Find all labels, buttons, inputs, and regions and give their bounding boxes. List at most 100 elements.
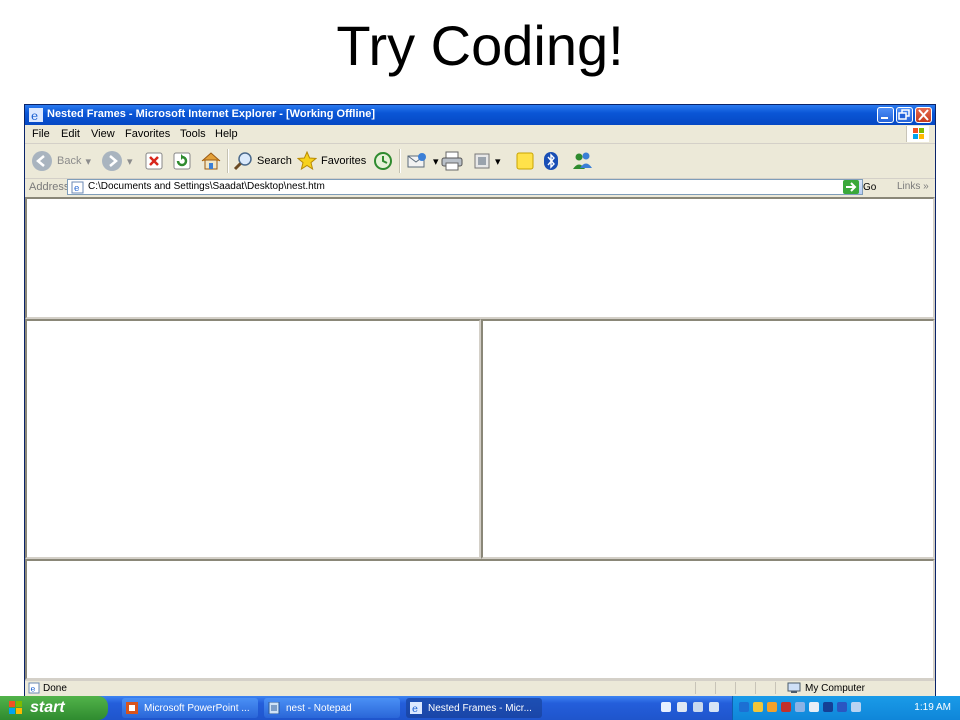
bluetooth-button[interactable] (543, 144, 559, 178)
menu-file[interactable]: File (32, 128, 50, 140)
toolbar-separator (399, 149, 401, 173)
usb-icon[interactable] (809, 702, 819, 712)
print-icon (441, 151, 463, 171)
close-button[interactable] (915, 107, 932, 123)
address-label: Address (29, 181, 70, 193)
forward-button[interactable]: ▾ (101, 144, 133, 178)
menu-favorites[interactable]: Favorites (125, 128, 170, 140)
mail-button[interactable]: ▾ (407, 144, 439, 178)
home-button[interactable] (200, 144, 222, 178)
right-frame[interactable] (481, 319, 935, 559)
windows-flag-icon (9, 701, 22, 714)
messenger-icon (573, 152, 592, 169)
slide-title: Try Coding! (336, 14, 624, 77)
status-panel (735, 682, 750, 694)
search-icon (233, 152, 252, 171)
search-label: Search (257, 155, 292, 167)
status-panel (715, 682, 730, 694)
chevron-left-icon[interactable] (739, 702, 749, 712)
history-icon (374, 152, 392, 170)
status-bar: e Done My Computer (25, 680, 935, 696)
ie-icon: e (410, 702, 422, 714)
network-icon[interactable] (795, 702, 805, 712)
favorites-star-icon (297, 151, 317, 171)
refresh-button[interactable] (173, 144, 191, 178)
history-button[interactable] (373, 144, 393, 178)
windows-logo-icon (906, 126, 929, 142)
forward-dropdown-icon[interactable]: ▾ (127, 155, 133, 168)
title-bar[interactable]: e Nested Frames - Microsoft Internet Exp… (25, 105, 935, 125)
powerpoint-icon (126, 702, 138, 714)
home-icon (201, 152, 221, 170)
task-notepad[interactable]: nest - Notepad (264, 698, 400, 718)
go-arrow-icon (843, 180, 859, 194)
status-panel (695, 682, 710, 694)
restore-button[interactable] (896, 107, 913, 123)
top-frame[interactable] (25, 197, 935, 319)
toolbar-separator (227, 149, 229, 173)
forward-arrow-icon (102, 151, 122, 171)
go-label: Go (863, 181, 877, 193)
messenger-button[interactable] (571, 144, 595, 178)
start-button[interactable]: start (0, 696, 108, 720)
edit-dropdown-icon[interactable]: ▾ (495, 155, 501, 168)
address-bar: Address e C:\Documents and Settings\Saad… (25, 179, 935, 195)
bluetooth-icon (544, 152, 558, 170)
mail-dropdown-icon[interactable]: ▾ (433, 155, 439, 168)
page-icon: e (71, 181, 84, 194)
messenger-icon[interactable] (851, 702, 861, 712)
favorites-button[interactable]: Favorites (297, 144, 366, 178)
network-icon[interactable] (781, 702, 791, 712)
svg-text:e: e (31, 685, 36, 694)
stop-button[interactable] (145, 144, 163, 178)
task-powerpoint[interactable]: Microsoft PowerPoint ... (122, 698, 258, 718)
pen-icon[interactable] (661, 702, 671, 712)
edit-button[interactable]: ▾ (473, 144, 501, 178)
toolbar: Back ▾ ▾ Search Favorites ▾ ▾ (25, 144, 935, 179)
frames-area (25, 197, 935, 682)
menu-edit[interactable]: Edit (61, 128, 80, 140)
bluetooth-icon[interactable] (823, 702, 833, 712)
security-icon[interactable] (767, 702, 777, 712)
back-button[interactable]: Back ▾ (31, 144, 91, 178)
menu-tools[interactable]: Tools (180, 128, 206, 140)
task-label: Nested Frames - Micr... (428, 702, 532, 714)
taskbar: start Microsoft PowerPoint ... nest - No… (0, 696, 960, 720)
ie-icon: e (29, 108, 43, 122)
bottom-frame[interactable] (25, 559, 935, 680)
svg-text:e: e (31, 109, 38, 122)
discuss-button[interactable] (515, 144, 535, 178)
address-input[interactable]: e C:\Documents and Settings\Saadat\Deskt… (67, 179, 863, 195)
print-button[interactable] (441, 144, 463, 178)
svg-text:e: e (74, 184, 79, 194)
refresh-icon (173, 152, 191, 170)
go-button[interactable]: Go (843, 179, 876, 195)
favorites-label: Favorites (321, 155, 367, 167)
address-value: C:\Documents and Settings\Saadat\Desktop… (88, 181, 325, 192)
left-frame[interactable] (25, 319, 481, 559)
tray-tool-icon[interactable] (693, 702, 703, 712)
clock[interactable]: 1:19 AM (914, 702, 951, 713)
task-label: nest - Notepad (286, 702, 352, 714)
start-label: start (30, 699, 65, 716)
tray-tool-icon[interactable] (709, 702, 719, 712)
window-title: Nested Frames - Microsoft Internet Explo… (47, 108, 376, 120)
links-button[interactable]: Links » (897, 181, 929, 192)
speaker-icon[interactable] (753, 702, 763, 712)
my-computer-icon (787, 682, 801, 693)
notepad-icon (268, 702, 280, 714)
menu-help[interactable]: Help (215, 128, 238, 140)
note-icon (516, 152, 534, 170)
close-icon (918, 109, 929, 121)
ie-window: e Nested Frames - Microsoft Internet Exp… (24, 104, 936, 696)
back-label: Back (57, 155, 82, 167)
keyboard-icon[interactable] (677, 702, 687, 712)
menu-view[interactable]: View (91, 128, 115, 140)
search-button[interactable]: Search (233, 144, 292, 178)
task-internet-explorer[interactable]: e Nested Frames - Micr... (406, 698, 542, 718)
display-icon[interactable] (837, 702, 847, 712)
status-panel (755, 682, 770, 694)
back-arrow-icon (32, 151, 52, 171)
minimize-button[interactable] (877, 107, 894, 123)
back-dropdown-icon[interactable]: ▾ (85, 155, 91, 168)
